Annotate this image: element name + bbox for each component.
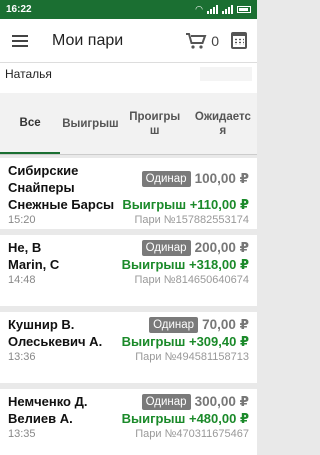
- signal-icon: [207, 5, 218, 14]
- team2: Снежные Барсы: [8, 197, 115, 212]
- stake: 200,00 ₽: [194, 239, 249, 255]
- calendar-icon[interactable]: [231, 32, 247, 49]
- bet-time: 13:35: [8, 428, 36, 440]
- menu-icon[interactable]: [12, 34, 28, 47]
- bet-number: Пари №157882553174: [134, 214, 249, 226]
- user-balance-box: [200, 67, 252, 81]
- bet-card[interactable]: Сибирские Снайперы Одинар 100,00 ₽ Снежны…: [0, 158, 257, 235]
- user-row: Наталья: [0, 63, 257, 93]
- team1: Сибирские Снайперы: [8, 163, 79, 195]
- stake: 70,00 ₽: [202, 316, 249, 332]
- page-title: Мои пари: [52, 31, 124, 49]
- bets-list: Сибирские Снайперы Одинар 100,00 ₽ Снежны…: [0, 158, 257, 455]
- cart-button[interactable]: 0: [185, 32, 219, 49]
- bet-type-badge: Одинар: [141, 171, 191, 187]
- bet-number: Пари №470311675467: [135, 428, 249, 440]
- bet-type-badge: Одинар: [149, 316, 199, 333]
- cart-icon: [186, 32, 207, 49]
- team1: Не, В: [8, 240, 42, 255]
- tab-win[interactable]: Выигрыш: [60, 93, 120, 154]
- bet-card[interactable]: Не, В Одинар 200,00 ₽ Marin, C Выигрыш +31…: [0, 235, 257, 312]
- bet-card[interactable]: Немченко Д. Одинар 300,00 ₽ Велиев А. Выиг…: [0, 389, 257, 455]
- status-time: 16:22: [6, 4, 32, 15]
- stake: 100,00 ₽: [194, 171, 249, 186]
- bet-time: 15:20: [8, 214, 36, 226]
- team1: Немченко Д.: [8, 394, 88, 409]
- bet-type-badge: Одинар: [141, 393, 191, 410]
- tab-pending[interactable]: Ожидается: [189, 93, 257, 154]
- result: Выигрыш +309,40 ₽: [121, 333, 249, 349]
- bet-type-badge: Одинар: [141, 239, 191, 256]
- bet-number: Пари №494581158713: [135, 351, 249, 363]
- status-icons: ◠: [195, 4, 251, 15]
- result: Выигрыш +318,00 ₽: [121, 256, 249, 272]
- battery-icon: [237, 6, 251, 13]
- wifi-icon: ◠: [195, 4, 203, 14]
- cart-count: 0: [211, 32, 219, 49]
- tab-all[interactable]: Все: [0, 93, 61, 154]
- bet-card[interactable]: Кушнир В. Одинар 70,00 ₽ Олеськевич А. Выи…: [0, 312, 257, 389]
- app-bar: Мои пари 0: [0, 19, 257, 63]
- team2: Олеськевич А.: [8, 334, 103, 349]
- team1: Кушнир В.: [8, 317, 75, 332]
- stake: 300,00 ₽: [194, 393, 249, 409]
- team2: Велиев А.: [8, 411, 73, 426]
- signal-icon-2: [222, 5, 233, 14]
- result: Выигрыш +110,00 ₽: [122, 196, 249, 212]
- user-name: Наталья: [5, 67, 52, 81]
- bet-time: 14:48: [8, 274, 36, 286]
- filter-tabs: Все Выигрыш Проигрыш Ожидается: [0, 93, 257, 155]
- result: Выигрыш +480,00 ₽: [121, 410, 249, 426]
- tab-loss[interactable]: Проигрыш: [121, 93, 189, 154]
- bet-number: Пари №814650640674: [134, 274, 249, 286]
- bet-time: 13:36: [8, 351, 36, 363]
- status-bar: 16:22 ◠: [0, 0, 257, 19]
- team2: Marin, C: [8, 257, 60, 272]
